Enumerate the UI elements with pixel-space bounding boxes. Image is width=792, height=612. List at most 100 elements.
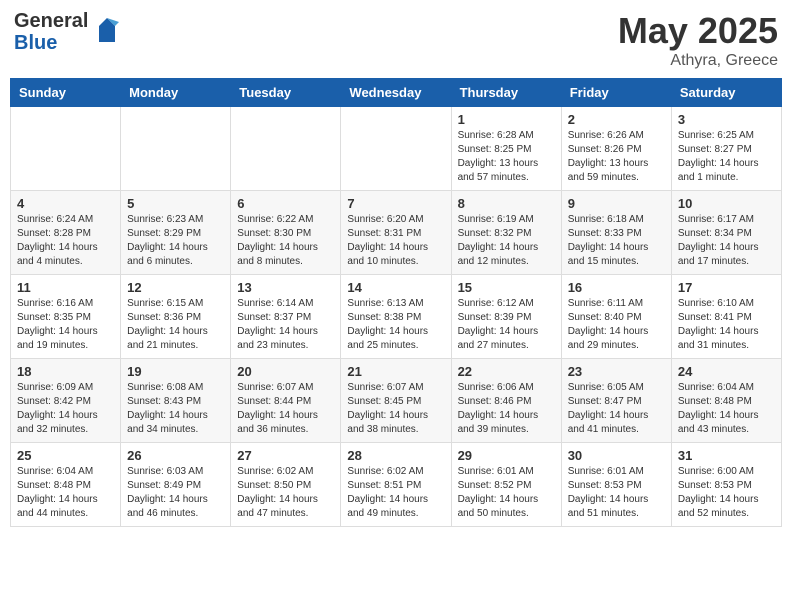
day-info: Sunrise: 6:20 AMSunset: 8:31 PMDaylight:… <box>347 213 444 269</box>
title-block: May 2025 Athyra, Greece <box>618 10 778 70</box>
day-info: Sunrise: 6:10 AMSunset: 8:41 PMDaylight:… <box>678 297 775 353</box>
calendar-day-cell: 26Sunrise: 6:03 AMSunset: 8:49 PMDayligh… <box>121 443 231 527</box>
calendar-day-cell: 25 Sunrise: 6:04 AMSunset: 8:48 PMDayligh… <box>11 443 121 527</box>
day-number: 17 <box>678 280 775 295</box>
calendar-day-cell: 21 Sunrise: 6:07 AMSunset: 8:45 PMDayligh… <box>341 359 451 443</box>
day-number: 31 <box>678 448 775 463</box>
day-number: 7 <box>347 196 444 211</box>
day-number: 4 <box>17 196 114 211</box>
logo-general-text: General <box>14 10 88 32</box>
calendar-day-cell: 22Sunrise: 6:06 AMSunset: 8:46 PMDayligh… <box>451 359 561 443</box>
day-number: 13 <box>237 280 334 295</box>
calendar-week-row: 18 Sunrise: 6:09 AMSunset: 8:42 PMDayligh… <box>11 359 782 443</box>
day-info: Sunrise: 6:24 AMSunset: 8:28 PMDaylight:… <box>17 213 114 269</box>
day-number: 16 <box>568 280 665 295</box>
day-of-week-header: Tuesday <box>231 79 341 107</box>
calendar-day-cell: 30 Sunrise: 6:01 AMSunset: 8:53 PMDayligh… <box>561 443 671 527</box>
day-info: Sunrise: 6:05 AMSunset: 8:47 PMDaylight:… <box>568 381 665 437</box>
calendar-week-row: 25 Sunrise: 6:04 AMSunset: 8:48 PMDayligh… <box>11 443 782 527</box>
calendar-table: SundayMondayTuesdayWednesdayThursdayFrid… <box>10 78 782 527</box>
day-number: 22 <box>458 364 555 379</box>
calendar-day-cell <box>341 107 451 191</box>
calendar-day-cell: 31Sunrise: 6:00 AMSunset: 8:53 PMDayligh… <box>671 443 781 527</box>
calendar-day-cell: 18 Sunrise: 6:09 AMSunset: 8:42 PMDayligh… <box>11 359 121 443</box>
day-number: 28 <box>347 448 444 463</box>
day-number: 14 <box>347 280 444 295</box>
day-number: 11 <box>17 280 114 295</box>
day-number: 3 <box>678 112 775 127</box>
calendar-day-cell: 19 Sunrise: 6:08 AMSunset: 8:43 PMDayligh… <box>121 359 231 443</box>
day-number: 6 <box>237 196 334 211</box>
calendar-day-cell: 3 Sunrise: 6:25 AMSunset: 8:27 PMDaylight… <box>671 107 781 191</box>
day-number: 18 <box>17 364 114 379</box>
calendar-day-cell: 12Sunrise: 6:15 AMSunset: 8:36 PMDayligh… <box>121 275 231 359</box>
calendar-day-cell: 20 Sunrise: 6:07 AMSunset: 8:44 PMDayligh… <box>231 359 341 443</box>
day-number: 2 <box>568 112 665 127</box>
calendar-day-cell <box>11 107 121 191</box>
day-info: Sunrise: 6:19 AMSunset: 8:32 PMDaylight:… <box>458 213 555 269</box>
calendar-header-row: SundayMondayTuesdayWednesdayThursdayFrid… <box>11 79 782 107</box>
day-info: Sunrise: 6:11 AMSunset: 8:40 PMDaylight:… <box>568 297 665 353</box>
day-info: Sunrise: 6:04 AMSunset: 8:48 PMDaylight:… <box>17 465 114 521</box>
day-info: Sunrise: 6:02 AMSunset: 8:50 PMDaylight:… <box>237 465 334 521</box>
day-of-week-header: Sunday <box>11 79 121 107</box>
calendar-day-cell: 17 Sunrise: 6:10 AMSunset: 8:41 PMDayligh… <box>671 275 781 359</box>
day-number: 12 <box>127 280 224 295</box>
calendar-day-cell: 28 Sunrise: 6:02 AMSunset: 8:51 PMDayligh… <box>341 443 451 527</box>
day-info: Sunrise: 6:17 AMSunset: 8:34 PMDaylight:… <box>678 213 775 269</box>
calendar-day-cell: 29Sunrise: 6:01 AMSunset: 8:52 PMDayligh… <box>451 443 561 527</box>
day-number: 5 <box>127 196 224 211</box>
day-info: Sunrise: 6:18 AMSunset: 8:33 PMDaylight:… <box>568 213 665 269</box>
day-info: Sunrise: 6:09 AMSunset: 8:42 PMDaylight:… <box>17 381 114 437</box>
day-number: 23 <box>568 364 665 379</box>
calendar-day-cell: 14 Sunrise: 6:13 AMSunset: 8:38 PMDayligh… <box>341 275 451 359</box>
day-of-week-header: Thursday <box>451 79 561 107</box>
day-number: 25 <box>17 448 114 463</box>
day-number: 9 <box>568 196 665 211</box>
logo-blue-text: Blue <box>14 32 88 54</box>
day-info: Sunrise: 6:01 AMSunset: 8:53 PMDaylight:… <box>568 465 665 521</box>
day-info: Sunrise: 6:16 AMSunset: 8:35 PMDaylight:… <box>17 297 114 353</box>
day-number: 24 <box>678 364 775 379</box>
calendar-day-cell: 10Sunrise: 6:17 AMSunset: 8:34 PMDayligh… <box>671 191 781 275</box>
day-info: Sunrise: 6:07 AMSunset: 8:45 PMDaylight:… <box>347 381 444 437</box>
calendar-week-row: 11 Sunrise: 6:16 AMSunset: 8:35 PMDayligh… <box>11 275 782 359</box>
day-number: 21 <box>347 364 444 379</box>
day-of-week-header: Monday <box>121 79 231 107</box>
day-number: 26 <box>127 448 224 463</box>
calendar-day-cell: 5 Sunrise: 6:23 AMSunset: 8:29 PMDaylight… <box>121 191 231 275</box>
calendar-day-cell <box>121 107 231 191</box>
calendar-day-cell <box>231 107 341 191</box>
calendar-day-cell: 16 Sunrise: 6:11 AMSunset: 8:40 PMDayligh… <box>561 275 671 359</box>
calendar-day-cell: 9 Sunrise: 6:18 AMSunset: 8:33 PMDaylight… <box>561 191 671 275</box>
calendar-day-cell: 23 Sunrise: 6:05 AMSunset: 8:47 PMDayligh… <box>561 359 671 443</box>
day-info: Sunrise: 6:25 AMSunset: 8:27 PMDaylight:… <box>678 129 775 185</box>
day-number: 19 <box>127 364 224 379</box>
day-info: Sunrise: 6:04 AMSunset: 8:48 PMDaylight:… <box>678 381 775 437</box>
calendar-day-cell: 2Sunrise: 6:26 AMSunset: 8:26 PMDaylight… <box>561 107 671 191</box>
calendar-day-cell: 4 Sunrise: 6:24 AMSunset: 8:28 PMDaylight… <box>11 191 121 275</box>
day-info: Sunrise: 6:02 AMSunset: 8:51 PMDaylight:… <box>347 465 444 521</box>
day-of-week-header: Friday <box>561 79 671 107</box>
day-info: Sunrise: 6:13 AMSunset: 8:38 PMDaylight:… <box>347 297 444 353</box>
calendar-day-cell: 13 Sunrise: 6:14 AMSunset: 8:37 PMDayligh… <box>231 275 341 359</box>
day-number: 15 <box>458 280 555 295</box>
day-info: Sunrise: 6:08 AMSunset: 8:43 PMDaylight:… <box>127 381 224 437</box>
calendar-day-cell: 6 Sunrise: 6:22 AMSunset: 8:30 PMDaylight… <box>231 191 341 275</box>
day-info: Sunrise: 6:14 AMSunset: 8:37 PMDaylight:… <box>237 297 334 353</box>
calendar-week-row: 1 Sunrise: 6:28 AMSunset: 8:25 PMDaylight… <box>11 107 782 191</box>
day-info: Sunrise: 6:23 AMSunset: 8:29 PMDaylight:… <box>127 213 224 269</box>
day-number: 27 <box>237 448 334 463</box>
day-info: Sunrise: 6:07 AMSunset: 8:44 PMDaylight:… <box>237 381 334 437</box>
day-number: 20 <box>237 364 334 379</box>
day-info: Sunrise: 6:22 AMSunset: 8:30 PMDaylight:… <box>237 213 334 269</box>
day-number: 30 <box>568 448 665 463</box>
day-info: Sunrise: 6:28 AMSunset: 8:25 PMDaylight:… <box>458 129 555 185</box>
day-of-week-header: Wednesday <box>341 79 451 107</box>
calendar-day-cell: 11 Sunrise: 6:16 AMSunset: 8:35 PMDayligh… <box>11 275 121 359</box>
calendar-day-cell: 24 Sunrise: 6:04 AMSunset: 8:48 PMDayligh… <box>671 359 781 443</box>
calendar-day-cell: 1 Sunrise: 6:28 AMSunset: 8:25 PMDaylight… <box>451 107 561 191</box>
day-number: 1 <box>458 112 555 127</box>
day-number: 29 <box>458 448 555 463</box>
calendar-day-cell: 27 Sunrise: 6:02 AMSunset: 8:50 PMDayligh… <box>231 443 341 527</box>
